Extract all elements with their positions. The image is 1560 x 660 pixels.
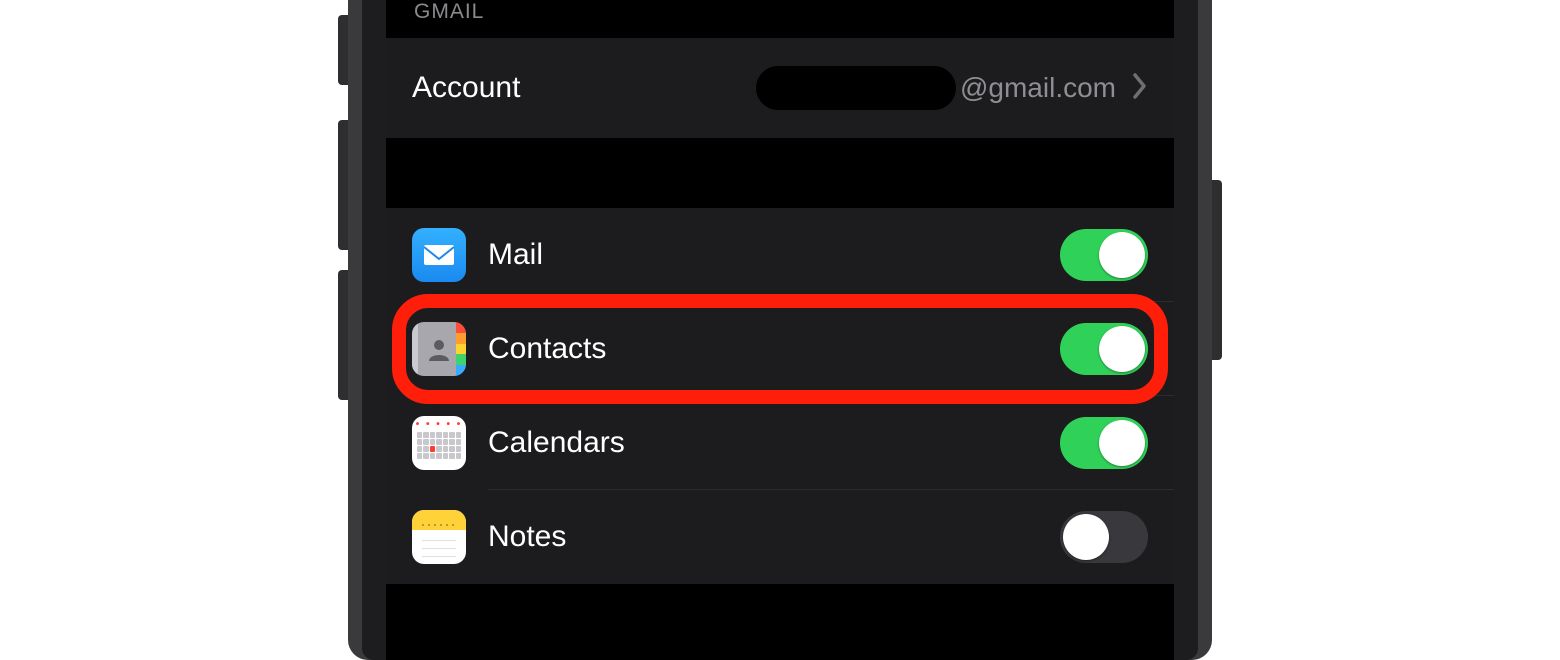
row-calendars-label: Calendars <box>488 426 625 460</box>
account-label: Account <box>412 71 520 105</box>
toggle-calendars[interactable] <box>1060 417 1148 469</box>
chevron-right-icon <box>1132 72 1148 105</box>
row-contacts: Contacts <box>386 302 1174 396</box>
phone-bezel: GMAIL Account @gmail.com <box>362 0 1198 660</box>
toggle-notes[interactable] <box>1060 511 1148 563</box>
row-notes: Notes <box>386 490 1174 584</box>
settings-content: GMAIL Account @gmail.com <box>386 0 1174 584</box>
toggle-mail[interactable] <box>1060 229 1148 281</box>
toggle-contacts[interactable] <box>1060 323 1148 375</box>
account-row[interactable]: Account @gmail.com <box>386 38 1174 138</box>
account-value: @gmail.com <box>756 66 1132 110</box>
notes-icon <box>412 510 466 564</box>
mail-icon <box>412 228 466 282</box>
calendar-icon: • • • • • <box>412 416 466 470</box>
row-calendars: • • • • • Calendars <box>386 396 1174 490</box>
section-header-gmail: GMAIL <box>386 0 1174 38</box>
phone-screen: GMAIL Account @gmail.com <box>386 0 1174 660</box>
row-mail-label: Mail <box>488 238 543 272</box>
phone-body: GMAIL Account @gmail.com <box>348 0 1212 660</box>
phone-frame: GMAIL Account @gmail.com <box>320 0 1240 660</box>
contacts-icon <box>412 322 466 376</box>
services-group: Mail Contacts <box>386 208 1174 584</box>
row-mail: Mail <box>386 208 1174 302</box>
account-email-redacted <box>756 66 956 110</box>
row-notes-label: Notes <box>488 520 566 554</box>
account-email-domain: @gmail.com <box>960 72 1116 104</box>
account-group: Account @gmail.com <box>386 38 1174 138</box>
row-contacts-label: Contacts <box>488 332 606 366</box>
